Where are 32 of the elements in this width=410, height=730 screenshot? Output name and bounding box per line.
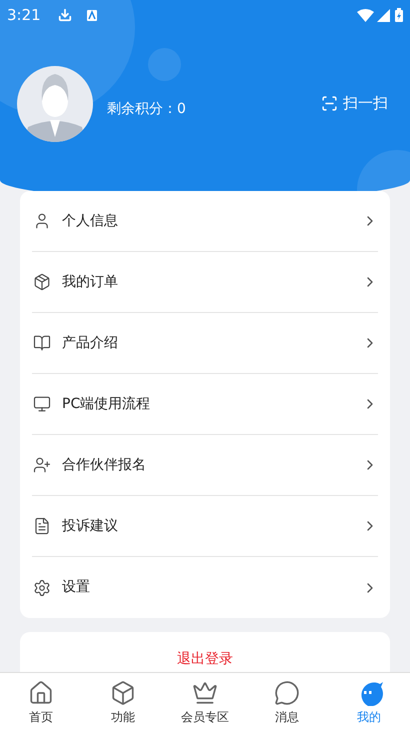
book-icon (33, 334, 51, 352)
crown-icon (192, 680, 218, 706)
menu-item[interactable]: 设置 (32, 557, 378, 618)
logout-button[interactable]: 退出登录 (177, 649, 233, 669)
settings-icon (33, 578, 51, 596)
document-icon (33, 517, 51, 535)
person-add-icon (33, 456, 51, 474)
signal-icon (377, 8, 390, 22)
status-time: 3:21 (7, 4, 41, 26)
menu-item[interactable]: PC端使用流程 (32, 374, 378, 435)
download-icon (58, 8, 72, 22)
menu-item[interactable]: 个人信息 (32, 191, 378, 252)
tab-item[interactable]: 会员专区 (164, 673, 246, 730)
person-icon (33, 212, 51, 230)
tab-item[interactable]: 首页 (0, 673, 82, 730)
tab-item[interactable]: 消息 (246, 673, 328, 730)
tab-item[interactable]: 我的 (328, 673, 410, 730)
menu-item[interactable]: 我的订单 (32, 252, 378, 313)
menu-item[interactable]: 合作伙伴报名 (32, 435, 378, 496)
cube-icon (110, 680, 136, 706)
monitor-icon (33, 395, 51, 413)
chat-icon (274, 680, 300, 706)
wifi-icon (357, 8, 374, 22)
battery-icon (395, 8, 403, 22)
menu-item[interactable]: 投诉建议 (32, 496, 378, 557)
scan-button[interactable]: 扫一扫 (321, 92, 388, 115)
package-icon (33, 273, 51, 291)
menu-item[interactable]: 产品介绍 (32, 313, 378, 374)
home-icon (28, 680, 54, 706)
scan-icon (321, 95, 338, 112)
tab-item[interactable]: 功能 (82, 673, 164, 730)
points-text: 剩余积分：0 (107, 100, 186, 118)
